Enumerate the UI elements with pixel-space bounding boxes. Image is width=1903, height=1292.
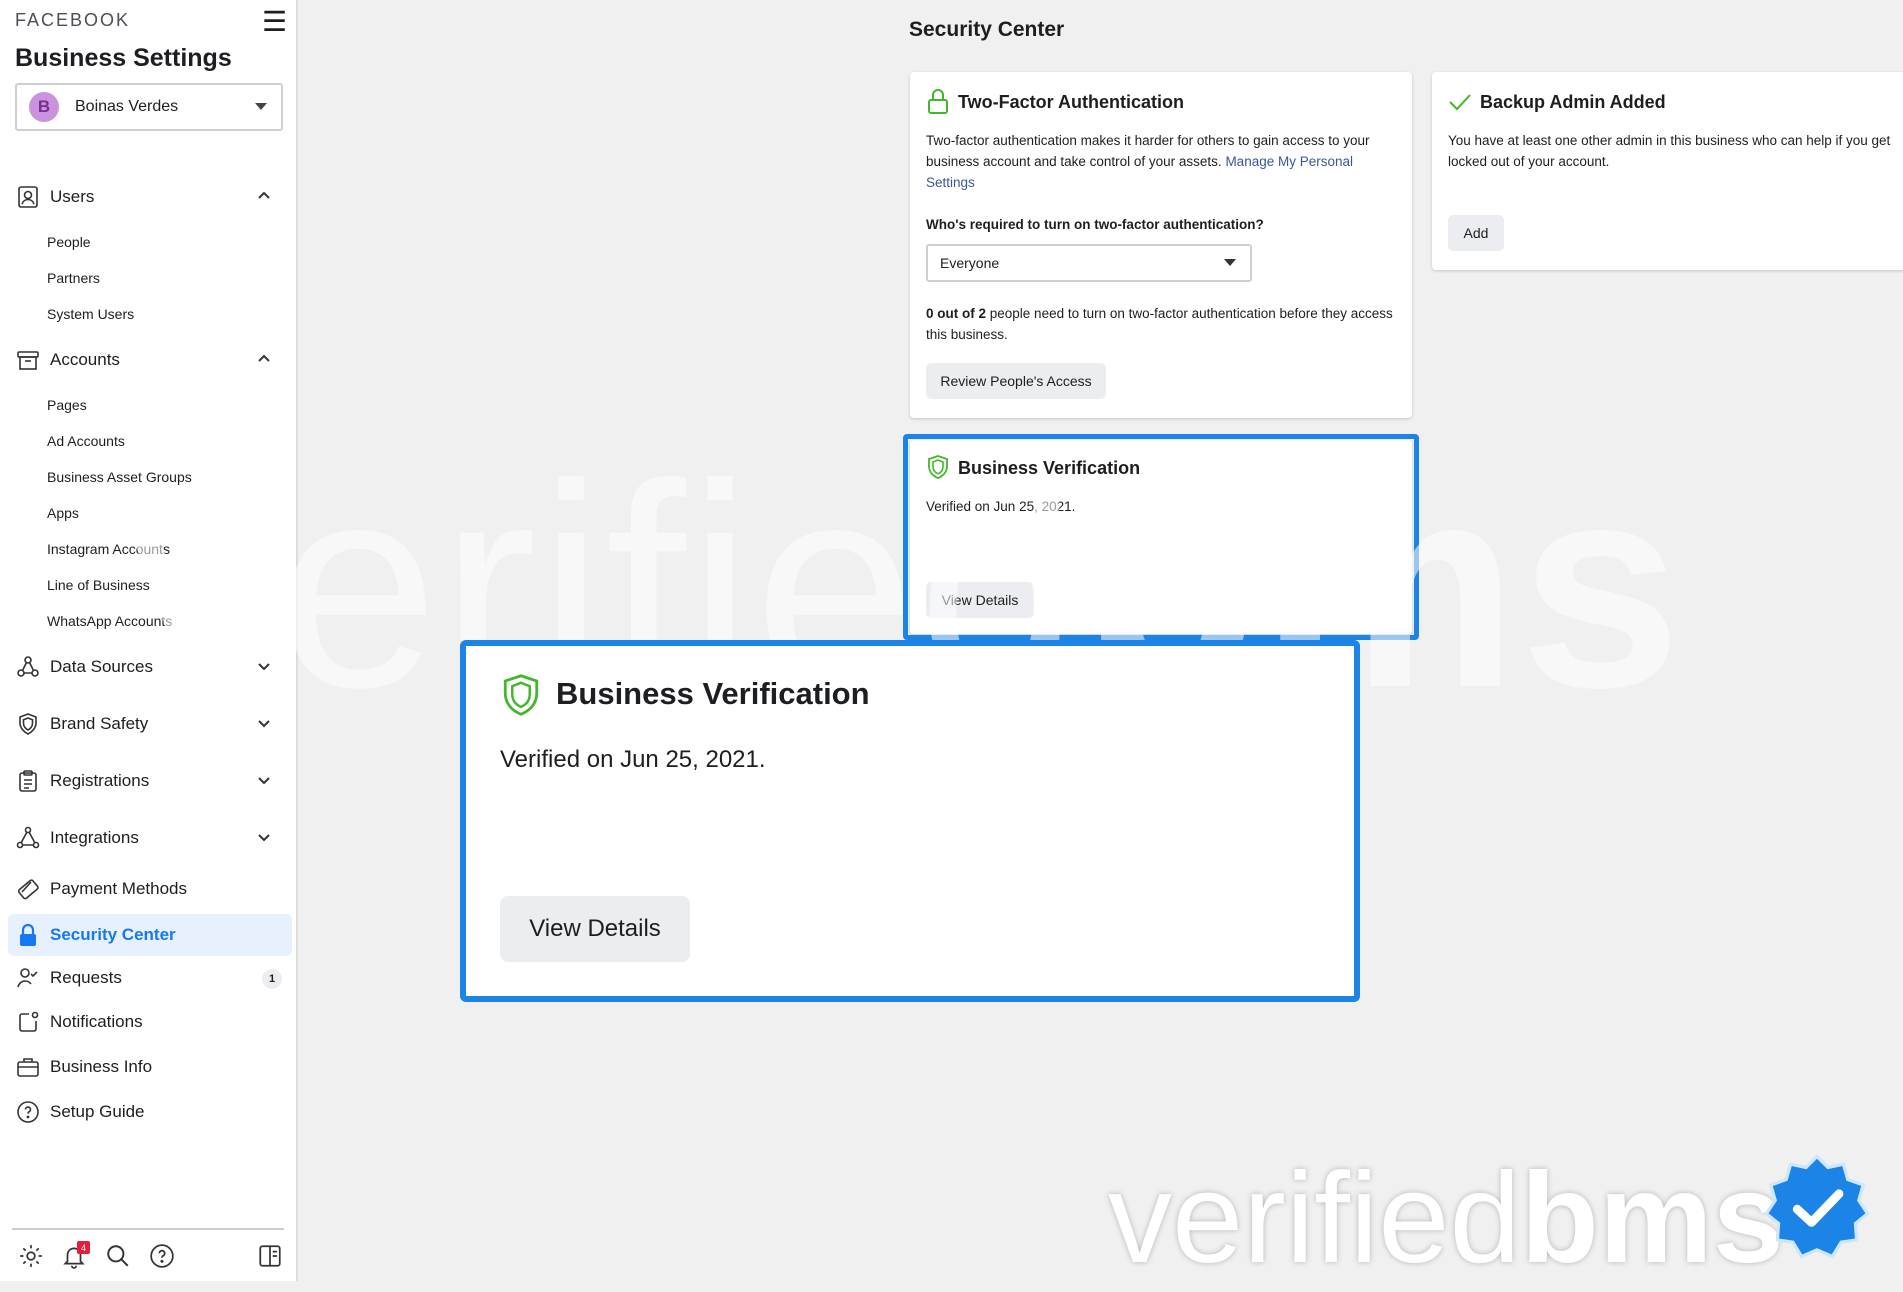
backup-admin-card: Backup Admin Added You have at least one… (1432, 72, 1903, 270)
archive-icon (14, 346, 42, 374)
zoom-verification-status: Verified on Jun 25, 2021. (500, 746, 766, 773)
panel-toggle-icon[interactable] (257, 1243, 283, 1269)
search-icon[interactable] (105, 1243, 131, 1269)
users-icon (14, 183, 42, 211)
zoom-verification-title: Business Verification (556, 676, 870, 711)
clipboard-icon (14, 767, 42, 795)
requests-count-badge: 1 (262, 969, 282, 989)
sidebar-item-notifications[interactable]: Notifications (8, 1003, 292, 1041)
check-icon (1449, 94, 1471, 111)
sidebar-item-setup-guide[interactable]: Setup Guide (8, 1093, 292, 1131)
chevron-up-icon (258, 354, 270, 362)
sidebar-item-label: Setup Guide (50, 1102, 145, 1121)
help-icon[interactable] (149, 1243, 175, 1269)
sidebar-item-label: Users (50, 187, 95, 206)
sidebar-footer-divider (12, 1228, 284, 1230)
sidebar-item-registrations[interactable]: Registrations (8, 762, 292, 800)
data-sources-icon (14, 653, 42, 681)
sidebar-item-requests[interactable]: Requests 1 (8, 959, 292, 997)
backup-admin-title: Backup Admin Added (1480, 92, 1666, 112)
sidebar-item-label: Notifications (50, 1012, 143, 1031)
select-value: Everyone (940, 255, 1000, 271)
backup-admin-description: You have at least one other admin in thi… (1448, 133, 1891, 169)
two-factor-question: Who's required to turn on two-factor aut… (926, 217, 1264, 232)
caret-down-icon (255, 103, 267, 110)
zoom-view-details-button[interactable]: View Details (500, 896, 690, 962)
shield-check-icon (503, 674, 539, 716)
chevron-down-icon (258, 834, 270, 842)
briefcase-icon (14, 1053, 42, 1081)
review-access-button[interactable]: Review People's Access (926, 363, 1106, 399)
two-factor-card: Two-Factor Authentication Two-factor aut… (910, 72, 1412, 418)
sidebar-item-label: Requests (50, 968, 122, 987)
two-factor-requirement-select[interactable]: Everyone (926, 244, 1252, 282)
chevron-up-icon (258, 191, 270, 199)
main-heading: Security Center (909, 18, 1065, 41)
two-factor-title: Two-Factor Authentication (958, 92, 1184, 112)
caret-down-icon (1224, 259, 1236, 266)
lock-icon (14, 921, 42, 949)
notification-count-badge: 4 (77, 1241, 90, 1254)
sidebar-subitem-apps[interactable]: Apps (47, 505, 79, 521)
facebook-brand: FACEBOOK (15, 10, 131, 30)
business-name: Boinas Verdes (75, 98, 179, 115)
person-check-icon (14, 964, 42, 992)
sidebar-item-label: Integrations (50, 828, 139, 847)
sidebar-item-accounts[interactable]: Accounts (8, 341, 292, 379)
verified-badge-icon (1764, 1154, 1870, 1259)
two-factor-status: 0 out of 2 people need to turn on two-fa… (926, 306, 1393, 342)
lock-icon (928, 89, 948, 114)
sidebar-item-integrations[interactable]: Integrations (8, 819, 292, 857)
business-avatar: B (29, 92, 59, 122)
sidebar-item-label: Registrations (50, 771, 150, 790)
sidebar-item-security-center[interactable]: Security Center (8, 914, 292, 956)
sidebar-subitem-ad-accounts[interactable]: Ad Accounts (47, 433, 125, 449)
sidebar-item-label: Accounts (50, 350, 120, 369)
integrations-icon (14, 824, 42, 852)
verification-zoom-callout: Business Verification Verified on Jun 25… (460, 640, 1360, 1002)
credit-card-icon (14, 875, 42, 903)
sidebar-subitem-system-users[interactable]: System Users (47, 306, 134, 322)
help-circle-icon (14, 1098, 42, 1126)
sidebar-subitem-people[interactable]: People (47, 234, 91, 250)
menu-icon[interactable]: ☰ (262, 8, 287, 36)
sidebar-item-business-info[interactable]: Business Info (8, 1048, 292, 1086)
sidebar-item-label: Security Center (50, 925, 176, 944)
sidebar-item-label: Business Info (50, 1057, 153, 1076)
gear-icon[interactable] (18, 1243, 44, 1269)
business-selector[interactable]: B Boinas Verdes (15, 83, 283, 131)
shield-icon (14, 710, 42, 738)
chevron-down-icon (258, 777, 270, 785)
page-title: Business Settings (15, 44, 232, 72)
sidebar-subitem-pages[interactable]: Pages (47, 397, 87, 413)
add-backup-admin-button[interactable]: Add (1448, 215, 1504, 251)
sidebar-item-payment-methods[interactable]: Payment Methods (8, 870, 292, 908)
watermark-logo-text: verifiedbms (1108, 1147, 1784, 1290)
notifications-icon (14, 1008, 42, 1036)
sidebar-subitem-partners[interactable]: Partners (47, 270, 100, 286)
sidebar-item-label: Payment Methods (50, 879, 188, 898)
two-factor-description: Two-factor authentication makes it harde… (926, 133, 1370, 190)
sidebar-item-users[interactable]: Users (8, 178, 292, 216)
